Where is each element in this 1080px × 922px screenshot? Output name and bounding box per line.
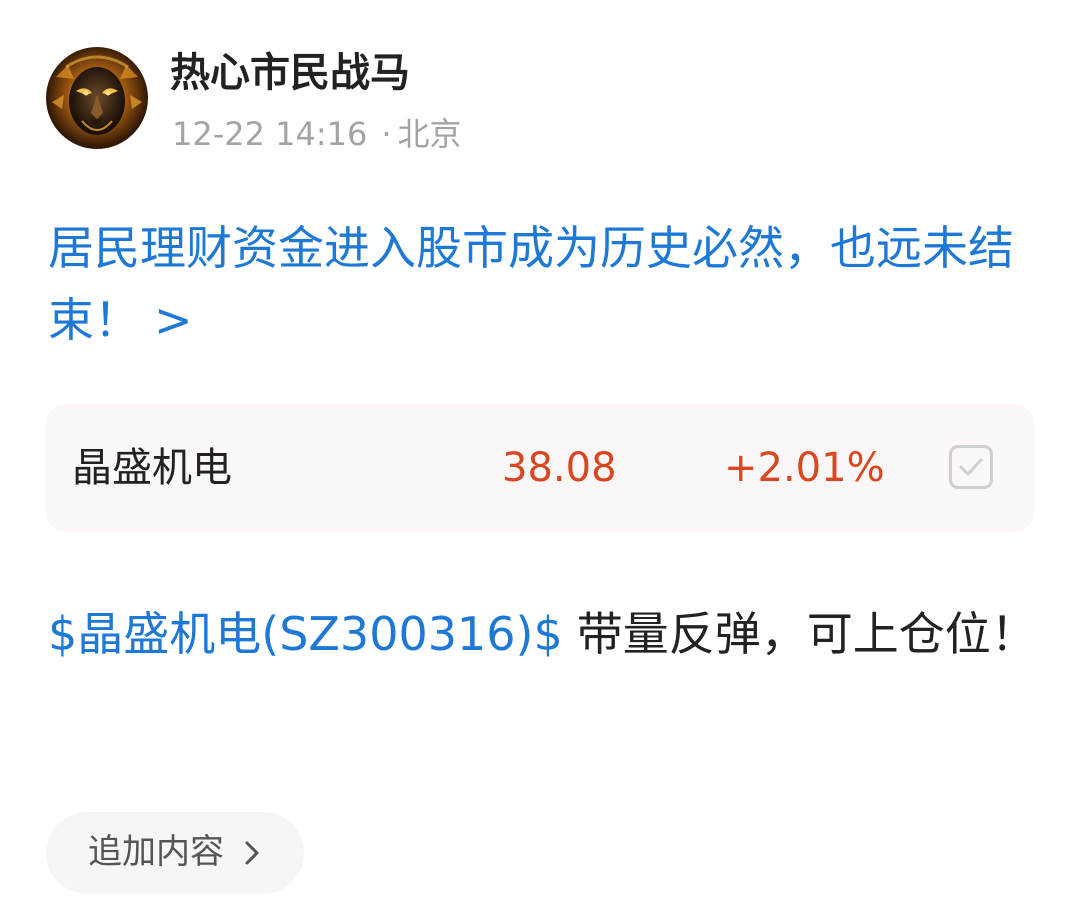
append-content-button[interactable]: 追加内容 bbox=[46, 812, 304, 894]
checkbox-checked-icon[interactable] bbox=[949, 445, 993, 489]
stock-change: +2.01% bbox=[724, 445, 885, 491]
stock-tag-link[interactable]: $晶盛机电(SZ300316)$ bbox=[48, 607, 563, 661]
post-body-text: 带量反弹，可上仓位！ bbox=[576, 607, 1037, 661]
meta-separator: · bbox=[381, 115, 392, 153]
stock-quote-card[interactable]: 晶盛机电 38.08 +2.01% bbox=[46, 404, 1034, 532]
stock-price: 38.08 bbox=[502, 445, 617, 491]
linked-article-text: 居民理财资金进入股市成为历史必然，也远未结束！ bbox=[48, 221, 1014, 347]
author-name[interactable]: 热心市民战马 bbox=[170, 46, 410, 100]
post-meta: 12-22 14:16 · 北京 bbox=[172, 112, 462, 156]
post-page: 热心市民战马 12-22 14:16 · 北京 居民理财资金进入股市成为历史必然，也… bbox=[0, 0, 1080, 922]
post-location: 北京 bbox=[397, 115, 462, 153]
stock-name: 晶盛机电 bbox=[72, 445, 232, 491]
linked-article-title[interactable]: 居民理财资金进入股市成为历史必然，也远未结束！ > bbox=[48, 212, 1038, 356]
chevron-right-icon bbox=[244, 840, 260, 866]
append-content-label: 追加内容 bbox=[88, 832, 224, 872]
linked-article-chevron-icon: > bbox=[154, 293, 193, 347]
post-body: $晶盛机电(SZ300316)$ 带量反弹，可上仓位！ bbox=[48, 588, 1038, 680]
post-time: 12-22 14:16 bbox=[172, 115, 368, 153]
lion-avatar-icon[interactable] bbox=[46, 47, 148, 149]
